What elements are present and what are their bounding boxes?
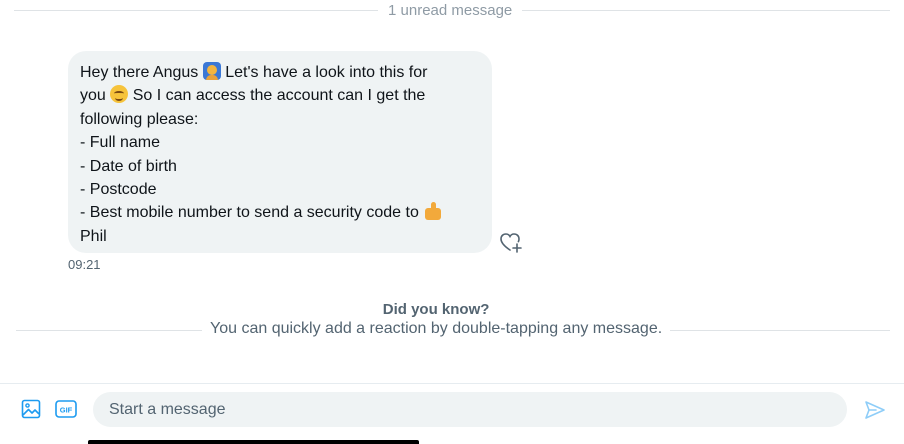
divider-line-right: [522, 9, 890, 11]
heart-plus-icon[interactable]: [499, 231, 523, 253]
unread-divider: 1 unread message: [0, 0, 904, 20]
tip-line-right: [670, 329, 890, 331]
message-line: Hey there Angus Let's have a look into t…: [80, 62, 428, 81]
home-indicator: [88, 440, 419, 444]
message-line: - Date of birth: [80, 157, 177, 175]
raising-hand-emoji: [202, 62, 221, 80]
tip-body: You can quickly add a reaction by double…: [210, 320, 663, 337]
message-line: - Postcode: [80, 181, 157, 199]
tip-section: Did you know? You can quickly add a reac…: [0, 300, 904, 340]
message-line: - Best mobile number to send a security …: [80, 201, 480, 224]
smiling-face-emoji: [110, 85, 129, 104]
message-line: you So I can access the account can I ge…: [80, 85, 426, 105]
tip-line-left: [16, 329, 202, 331]
image-icon[interactable]: [21, 399, 41, 424]
message-line: following please:: [80, 110, 199, 128]
tip-text: Did you know? You can quickly add a reac…: [202, 301, 670, 339]
send-icon[interactable]: [864, 400, 886, 425]
svg-text:GIF: GIF: [60, 405, 73, 414]
thumbs-up-emoji: [423, 202, 443, 221]
message-bubble[interactable]: Hey there Angus Let's have a look into t…: [68, 51, 492, 253]
gif-icon[interactable]: GIF: [55, 400, 77, 423]
message-composer: GIF: [0, 383, 904, 444]
divider-line-left: [14, 9, 378, 11]
unread-messages-label: 1 unread message: [388, 1, 513, 19]
tip-title: Did you know?: [382, 301, 490, 318]
message-input[interactable]: [93, 392, 847, 427]
message-line: Phil: [80, 227, 107, 245]
message-line: - Full name: [80, 134, 161, 152]
message-timestamp: 09:21: [68, 257, 101, 272]
